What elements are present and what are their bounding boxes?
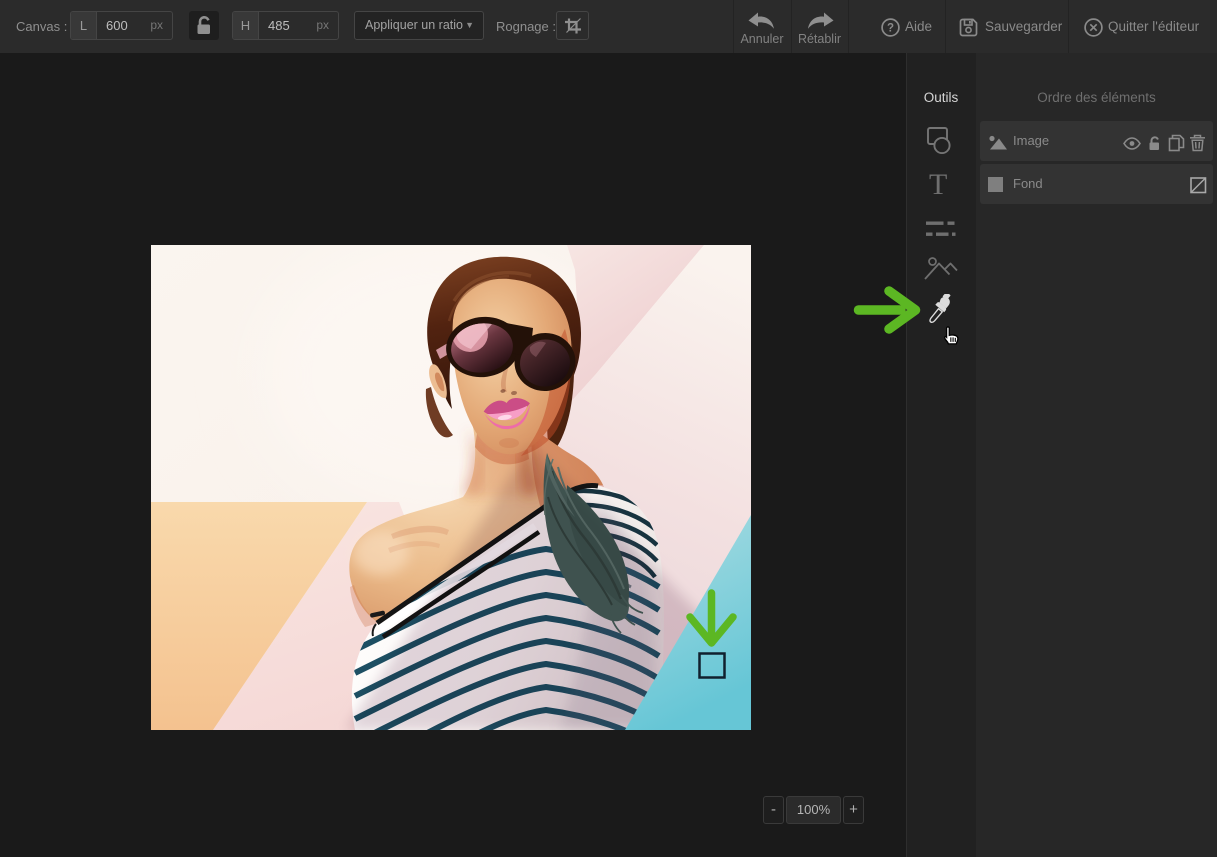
svg-text:?: ? bbox=[887, 23, 894, 35]
